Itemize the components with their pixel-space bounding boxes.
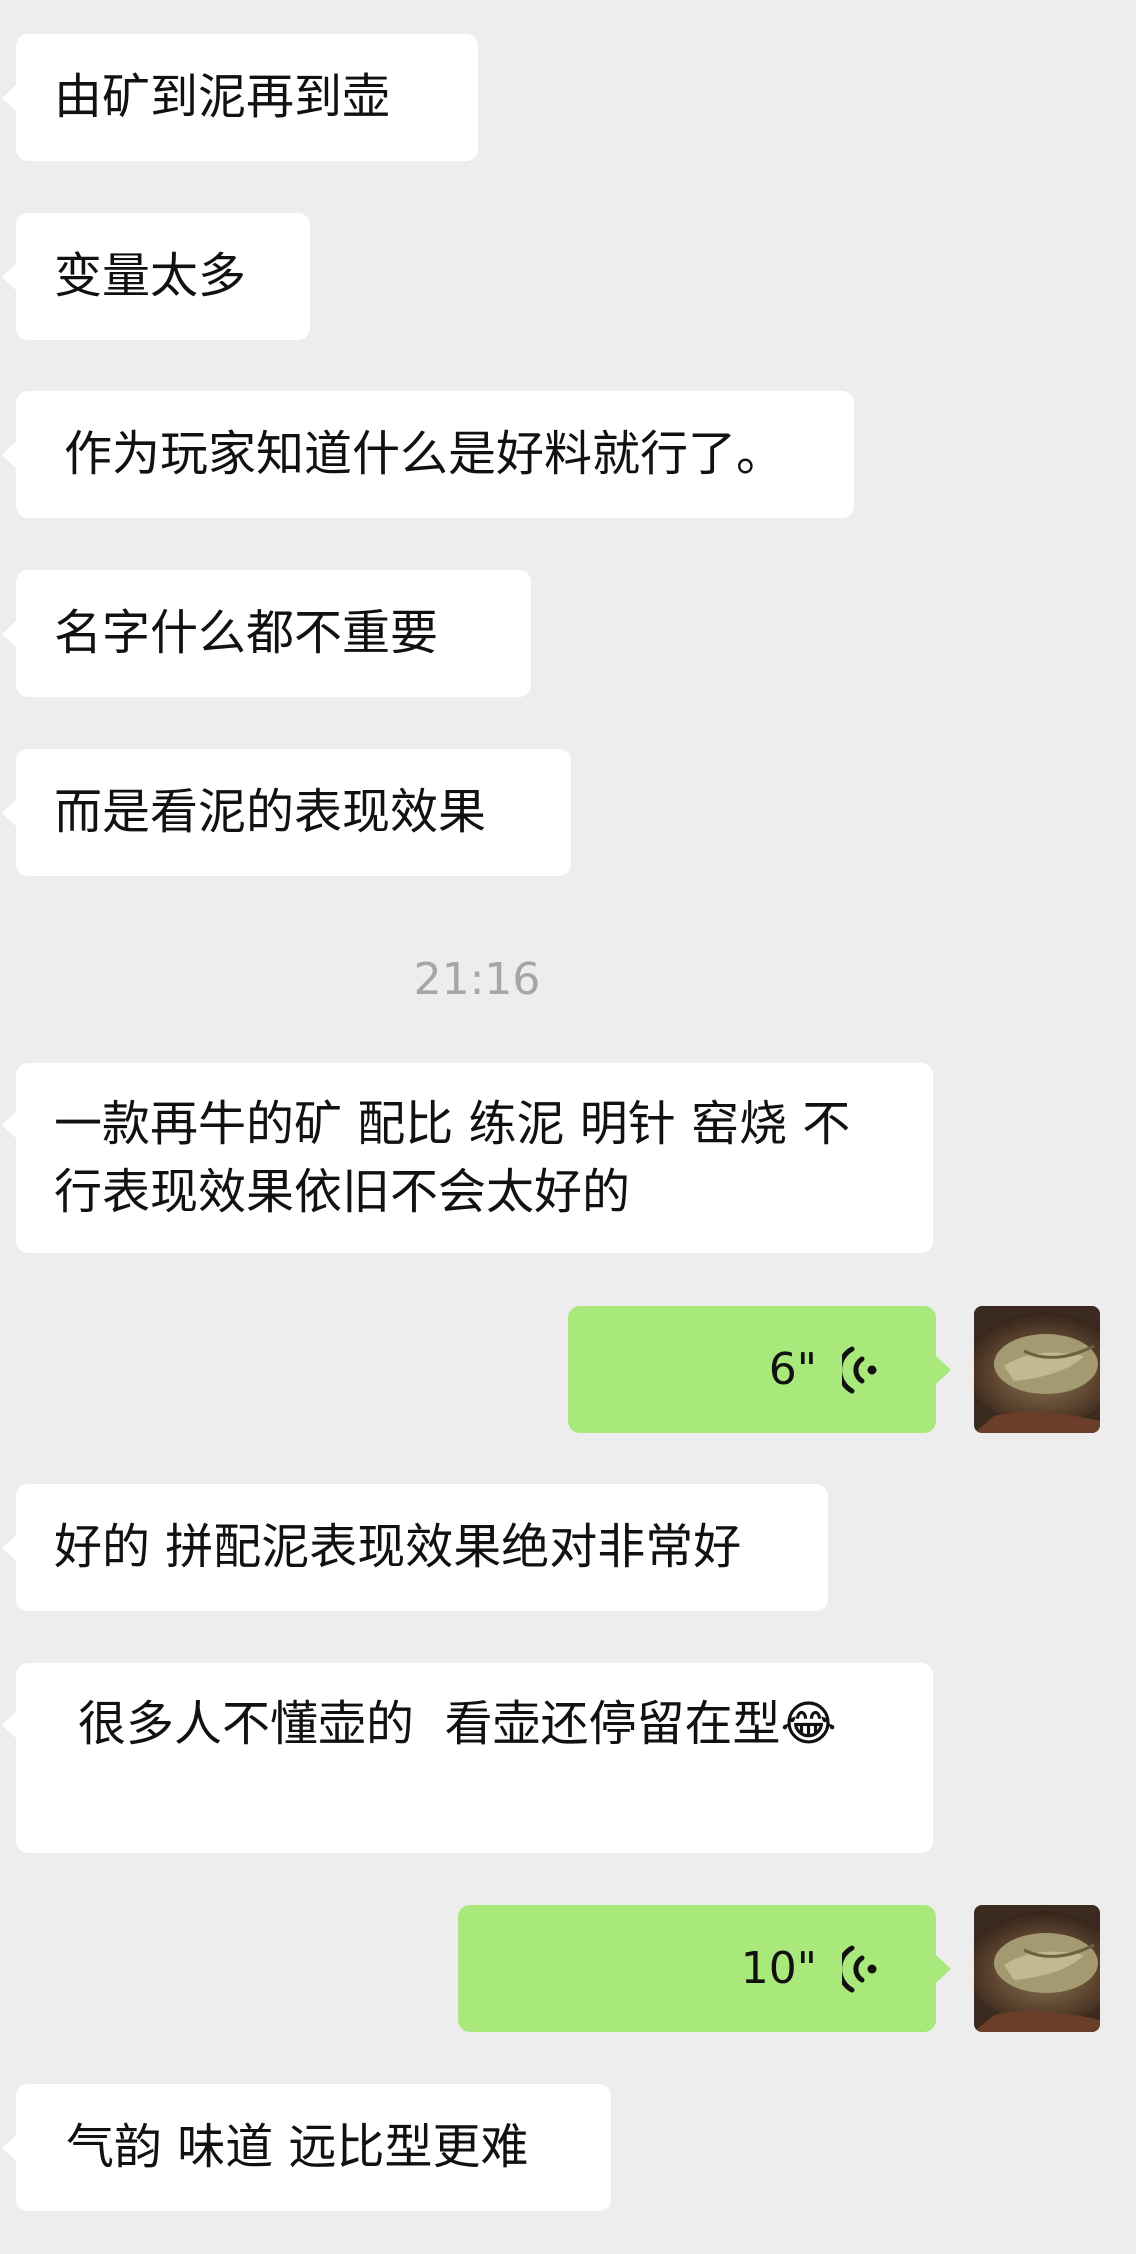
message-timestamp: 21:16 bbox=[413, 954, 541, 1005]
voice-wave-icon bbox=[842, 1945, 877, 1993]
message-bubble[interactable]: 很多人不懂壶的 看壶还停留在型😂 bbox=[2, 1663, 933, 1853]
message-text: 很多人不懂壶的 看壶还停留在型😂 bbox=[78, 1696, 837, 1752]
voice-message-bubble[interactable]: 10" bbox=[458, 1905, 951, 2032]
voice-wave-icon bbox=[842, 1346, 877, 1394]
voice-message-bubble[interactable]: 6" bbox=[568, 1306, 951, 1433]
message-bubble[interactable]: 作为玩家知道什么是好料就行了。 bbox=[2, 391, 854, 518]
avatar[interactable] bbox=[974, 1905, 1100, 2032]
message-bubble[interactable]: 而是看泥的表现效果 bbox=[2, 749, 571, 876]
chat-message-list[interactable]: 由矿到泥再到壶 变量太多 作为玩家知道什么是好料就行了。 名字什么都不重要 而是… bbox=[0, 0, 1136, 2254]
message-text: 变量太多 bbox=[54, 248, 247, 304]
avatar[interactable] bbox=[974, 1306, 1100, 1433]
avatar-image bbox=[974, 1306, 1100, 1433]
message-bubble[interactable]: 气韵 味道 远比型更难 bbox=[2, 2084, 611, 2211]
message-bubble[interactable]: 一款再牛的矿 配比 练泥 明针 窑烧 不 行表现效果依旧不会太好的 bbox=[2, 1063, 933, 1253]
message-text: 一款再牛的矿 配比 练泥 明针 窑烧 不 行表现效果依旧不会太好的 bbox=[54, 1096, 851, 1220]
message-text: 好的 拼配泥表现效果绝对非常好 bbox=[54, 1519, 742, 1575]
message-bubble[interactable]: 变量太多 bbox=[2, 213, 310, 340]
message-text: 作为玩家知道什么是好料就行了。 bbox=[64, 426, 785, 482]
voice-duration: 6" bbox=[768, 1344, 817, 1395]
message-text: 而是看泥的表现效果 bbox=[54, 784, 487, 840]
message-text: 气韵 味道 远比型更难 bbox=[66, 2119, 529, 2175]
voice-duration: 10" bbox=[740, 1943, 817, 1994]
message-text: 名字什么都不重要 bbox=[54, 605, 439, 661]
message-bubble[interactable]: 名字什么都不重要 bbox=[2, 570, 531, 697]
message-bubble[interactable]: 好的 拼配泥表现效果绝对非常好 bbox=[2, 1484, 828, 1611]
message-text: 由矿到泥再到壶 bbox=[54, 69, 391, 125]
avatar-image bbox=[974, 1905, 1100, 2032]
message-bubble[interactable]: 由矿到泥再到壶 bbox=[2, 34, 478, 161]
